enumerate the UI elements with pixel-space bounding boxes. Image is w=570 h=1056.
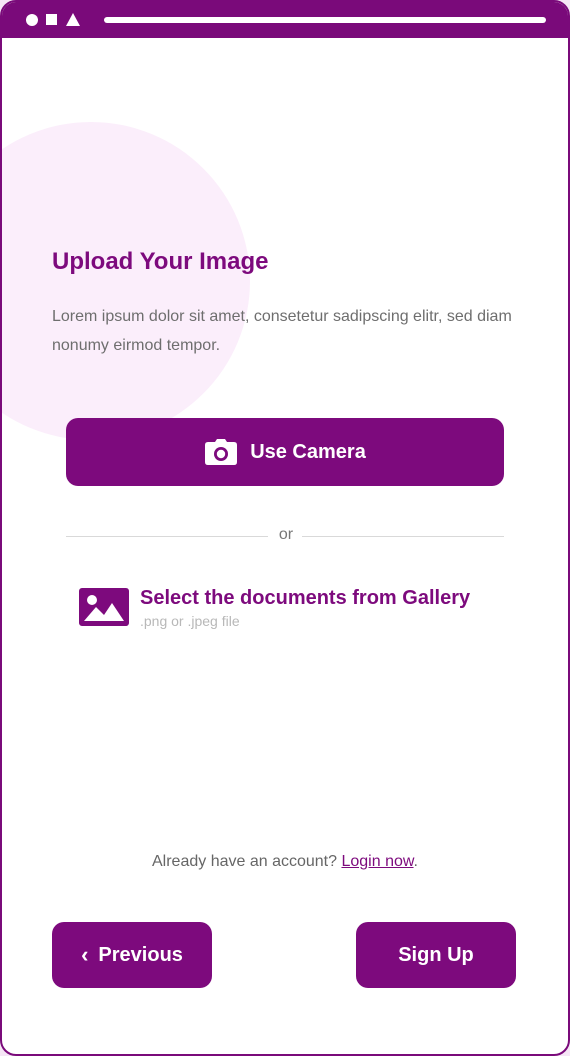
divider-left xyxy=(66,536,268,537)
divider-or-text: or xyxy=(278,526,294,543)
login-row: Already have an account? Login now. xyxy=(2,853,568,871)
page-description: Lorem ipsum dolor sit amet, consetetur s… xyxy=(52,308,512,354)
background-blob xyxy=(2,122,250,440)
sign-up-label: Sign Up xyxy=(398,943,474,966)
previous-button[interactable]: ‹ Previous xyxy=(52,922,212,988)
login-link[interactable]: Login now xyxy=(341,853,413,870)
circle-icon xyxy=(26,14,38,26)
login-suffix: . xyxy=(413,853,418,870)
address-bar xyxy=(104,17,546,23)
page-title: Upload Your Image xyxy=(52,248,269,275)
divider-right xyxy=(302,536,504,537)
sign-up-button[interactable]: Sign Up xyxy=(356,922,516,988)
triangle-icon xyxy=(66,13,80,26)
gallery-subtitle: .png or .jpeg file xyxy=(140,613,240,629)
app-frame: Upload Your Image Lorem ipsum dolor sit … xyxy=(0,0,570,1056)
chevron-left-icon: ‹ xyxy=(81,942,89,967)
use-camera-label: Use Camera xyxy=(250,440,366,463)
top-bar xyxy=(2,2,568,38)
gallery-title: Select the documents from Gallery xyxy=(140,587,471,609)
square-icon xyxy=(46,14,57,25)
select-from-gallery[interactable]: Select the documents from Gallery .png o… xyxy=(78,585,518,635)
image-icon xyxy=(79,588,129,626)
use-camera-button[interactable]: Use Camera xyxy=(66,418,504,486)
camera-icon xyxy=(205,439,238,465)
login-prompt: Already have an account? xyxy=(152,853,338,870)
previous-label: Previous xyxy=(98,943,183,966)
